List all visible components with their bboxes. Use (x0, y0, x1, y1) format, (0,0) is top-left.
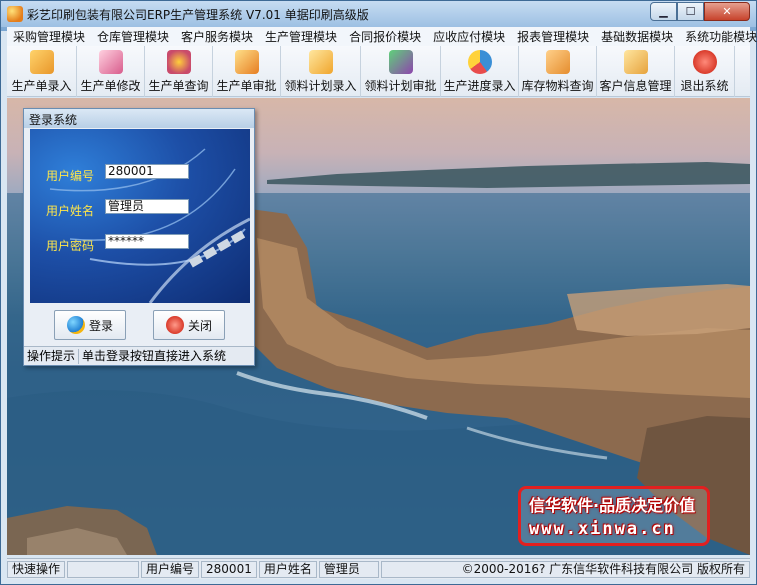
exit-icon (692, 50, 717, 74)
window-title: 彩艺印刷包装有限公司ERP生产管理系统 V7.01 单据印刷高级版 (27, 8, 369, 22)
status-user-id-label: 用户编号 (141, 560, 200, 578)
brand-url: www.xinwa.cn (529, 519, 676, 539)
toolbar-label: 生产进度录入 (443, 79, 516, 93)
toolbar-order-query-button[interactable]: 生产单查询 (145, 46, 213, 97)
power-icon (165, 316, 184, 334)
toolbar-inventory-button[interactable]: 库存物料查询 (519, 46, 597, 97)
menu-purchase[interactable]: 采购管理模块 (7, 28, 91, 45)
user-name-input[interactable]: 管理员 (105, 199, 189, 214)
window-controls: ▁ ☐ ✕ (650, 2, 750, 21)
toolbar-label: 生产单修改 (80, 79, 141, 93)
menu-contract-quote[interactable]: 合同报价模块 (343, 28, 427, 45)
close-window-button[interactable]: ✕ (704, 2, 750, 21)
toolbar-order-entry-button[interactable]: 生产单录入 (7, 46, 77, 97)
toolbar-customer-info-button[interactable]: 客户信息管理 (597, 46, 675, 97)
password-input[interactable]: ****** (105, 234, 189, 249)
toolbar-material-plan-button[interactable]: 领料计划录入 (281, 46, 361, 97)
users-icon (66, 316, 85, 334)
password-label: 用户密码 (46, 239, 95, 253)
menu-system-functions[interactable]: 系统功能模块 (679, 28, 757, 45)
material-approve-icon (388, 50, 413, 74)
minimize-button[interactable]: ▁ (650, 2, 677, 21)
inventory-icon (545, 50, 570, 74)
login-dialog: 登录系统 用户编号 280001 用户姓名 管理员 用户密码 ****** 登录 (23, 108, 255, 366)
order-approve-icon (234, 50, 259, 74)
menu-bar: 采购管理模块 仓库管理模块 客户服务模块 生产管理模块 合同报价模块 应收应付模… (7, 27, 757, 46)
brand-badge: 信华软件·品质决定价值 www.xinwa.cn (518, 486, 710, 546)
quick-operation-label: 快速操作 (7, 560, 66, 578)
material-plan-icon (308, 50, 333, 74)
toolbar-order-approve-button[interactable]: 生产单审批 (213, 46, 281, 97)
main-window: 彩艺印刷包装有限公司ERP生产管理系统 V7.01 单据印刷高级版 ▁ ☐ ✕ … (0, 0, 757, 585)
customer-icon (623, 50, 648, 74)
menu-warehouse[interactable]: 仓库管理模块 (91, 28, 175, 45)
menu-base-data[interactable]: 基础数据模块 (595, 28, 679, 45)
login-dialog-title: 登录系统 (24, 109, 254, 128)
toolbar-label: 生产单审批 (216, 79, 277, 93)
progress-chart-icon (467, 50, 492, 74)
login-status-bar: 操作提示 单击登录按钮直接进入系统 (24, 346, 254, 365)
title-bar: 彩艺印刷包装有限公司ERP生产管理系统 V7.01 单据印刷高级版 ▁ ☐ ✕ (1, 1, 756, 27)
menu-receivable-payable[interactable]: 应收应付模块 (427, 28, 511, 45)
status-user-name-label: 用户姓名 (258, 560, 317, 578)
toolbar-progress-entry-button[interactable]: 生产进度录入 (441, 46, 519, 97)
login-button-label: 登录 (88, 318, 113, 333)
close-button[interactable]: 关闭 (153, 310, 225, 340)
menu-reports[interactable]: 报表管理模块 (511, 28, 595, 45)
toolbar-exit-button[interactable]: 退出系统 (675, 46, 735, 97)
maximize-button[interactable]: ☐ (677, 2, 704, 21)
quick-operation-field[interactable] (67, 560, 140, 578)
toolbar-label: 库存物料查询 (521, 79, 594, 93)
toolbar-label: 客户信息管理 (599, 79, 672, 93)
user-name-label: 用户姓名 (46, 204, 95, 218)
status-user-name: 管理员 (318, 560, 379, 578)
menu-customer-service[interactable]: 客户服务模块 (175, 28, 259, 45)
login-button[interactable]: 登录 (54, 310, 126, 340)
toolbar-label: 生产单录入 (11, 79, 72, 93)
toolbar-label: 退出系统 (680, 79, 729, 93)
toolbar-label: 领料计划录入 (284, 79, 357, 93)
user-id-input[interactable]: 280001 (105, 164, 189, 179)
status-hint-label: 操作提示 (24, 348, 80, 364)
toolbar-label: 生产单查询 (148, 79, 209, 93)
status-user-id: 280001 (201, 560, 257, 578)
menu-production[interactable]: 生产管理模块 (259, 28, 343, 45)
app-icon (7, 6, 23, 22)
status-bar: 快速操作 用户编号 280001 用户姓名 管理员 ©2000-2016? 广东… (7, 558, 750, 579)
order-edit-icon (98, 50, 123, 74)
order-entry-icon (29, 50, 54, 74)
toolbar-material-approve-button[interactable]: 领料计划审批 (361, 46, 441, 97)
toolbar-order-edit-button[interactable]: 生产单修改 (77, 46, 145, 97)
copyright-text: ©2000-2016? 广东信华软件科技有限公司 版权所有 (380, 560, 750, 578)
toolbar: 生产单录入 生产单修改 生产单查询 生产单审批 领料计划录入 领料计划审批 生产… (7, 46, 750, 97)
brand-slogan: 信华软件·品质决定价值 (529, 496, 696, 515)
close-button-label: 关闭 (187, 318, 212, 333)
order-query-icon (166, 50, 191, 74)
toolbar-label: 领料计划审批 (364, 79, 437, 93)
status-hint-text: 单击登录按钮直接进入系统 (82, 348, 227, 363)
user-id-label: 用户编号 (46, 169, 95, 183)
